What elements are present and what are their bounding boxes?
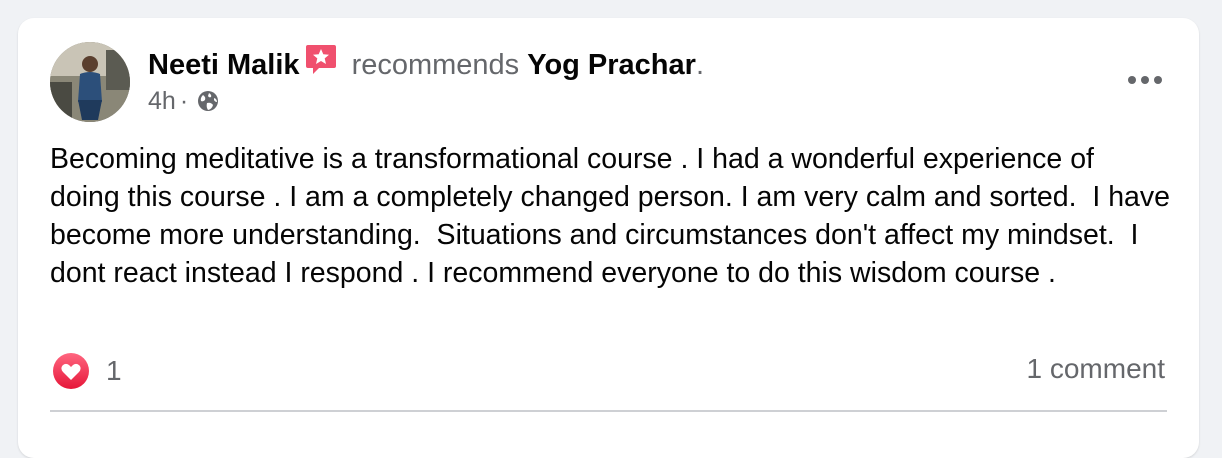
recommendation-star-icon xyxy=(305,45,336,74)
globe-icon[interactable] xyxy=(196,89,220,113)
recommend-verb: recommends xyxy=(351,49,520,81)
reactions-summary[interactable]: 1 xyxy=(52,352,122,390)
more-options-icon xyxy=(1128,76,1162,84)
page-suffix: . xyxy=(695,49,705,81)
post-header: Neeti Malik recommends Yog Prachar. xyxy=(148,42,704,84)
avatar-photo xyxy=(50,42,130,122)
avatar[interactable] xyxy=(50,42,130,122)
post-text: Becoming meditative is a transformationa… xyxy=(50,143,1178,289)
meta-separator: · xyxy=(179,87,189,115)
recommended-page-name[interactable]: Yog Prachar xyxy=(527,49,696,81)
author-name[interactable]: Neeti Malik xyxy=(148,49,300,81)
post-meta: 4h · xyxy=(148,84,220,118)
reaction-count: 1 xyxy=(106,355,122,386)
post-card: Neeti Malik recommends Yog Prachar. 4h ·… xyxy=(18,18,1199,458)
post-time[interactable]: 4h xyxy=(148,84,176,118)
footer-divider xyxy=(50,410,1167,412)
more-options-button[interactable] xyxy=(1123,64,1167,96)
love-icon xyxy=(53,353,89,389)
comments-count-link[interactable]: 1 comment xyxy=(1027,353,1166,385)
